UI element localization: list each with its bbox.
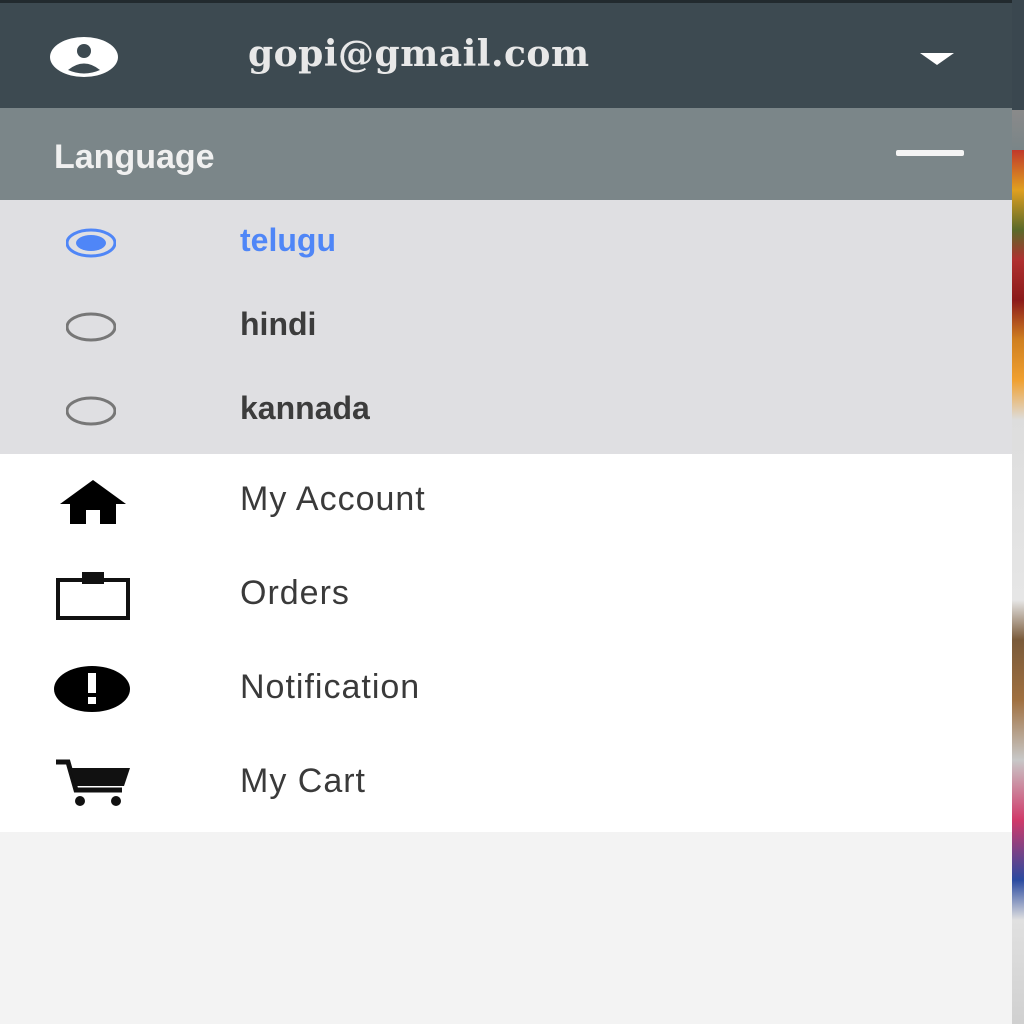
radio-unselected-icon[interactable] bbox=[66, 396, 116, 426]
menu-item-notification[interactable]: Notification bbox=[0, 642, 1012, 736]
background-content-edge bbox=[1012, 0, 1024, 1024]
drawer-empty-area bbox=[0, 832, 1012, 1024]
caret-down-icon[interactable] bbox=[916, 47, 958, 69]
language-option-label: kannada bbox=[240, 390, 370, 426]
home-icon bbox=[60, 480, 126, 524]
navigation-drawer: gopi@gmail.com Language telugu hindi kan… bbox=[0, 0, 1012, 1024]
menu-item-label: My Account bbox=[240, 480, 426, 518]
language-section-header[interactable]: Language bbox=[0, 108, 1012, 200]
menu-item-label: Orders bbox=[240, 574, 350, 612]
language-option-label: hindi bbox=[240, 306, 317, 342]
menu-item-my-cart[interactable]: My Cart bbox=[0, 736, 1012, 830]
clipboard-icon bbox=[56, 572, 130, 620]
alert-circle-icon bbox=[54, 666, 130, 712]
account-email: gopi@gmail.com bbox=[248, 33, 590, 75]
menu-item-label: Notification bbox=[240, 668, 421, 706]
language-option-label: telugu bbox=[240, 222, 336, 258]
menu-item-orders[interactable]: Orders bbox=[0, 548, 1012, 642]
drawer-menu: My Account Orders Notification My Cart bbox=[0, 454, 1012, 832]
account-circle-icon[interactable] bbox=[50, 37, 118, 77]
menu-item-label: My Cart bbox=[240, 762, 366, 800]
language-option-hindi[interactable]: hindi bbox=[0, 284, 1012, 368]
language-options: telugu hindi kannada bbox=[0, 200, 1012, 454]
radio-unselected-icon[interactable] bbox=[66, 312, 116, 342]
drawer-header: gopi@gmail.com bbox=[0, 0, 1012, 108]
language-option-kannada[interactable]: kannada bbox=[0, 368, 1012, 452]
menu-item-my-account[interactable]: My Account bbox=[0, 454, 1012, 548]
cart-icon bbox=[56, 759, 130, 806]
radio-selected-icon[interactable] bbox=[66, 228, 116, 258]
language-option-telugu[interactable]: telugu bbox=[0, 200, 1012, 284]
minus-icon[interactable] bbox=[896, 150, 964, 156]
language-title: Language bbox=[54, 138, 215, 176]
